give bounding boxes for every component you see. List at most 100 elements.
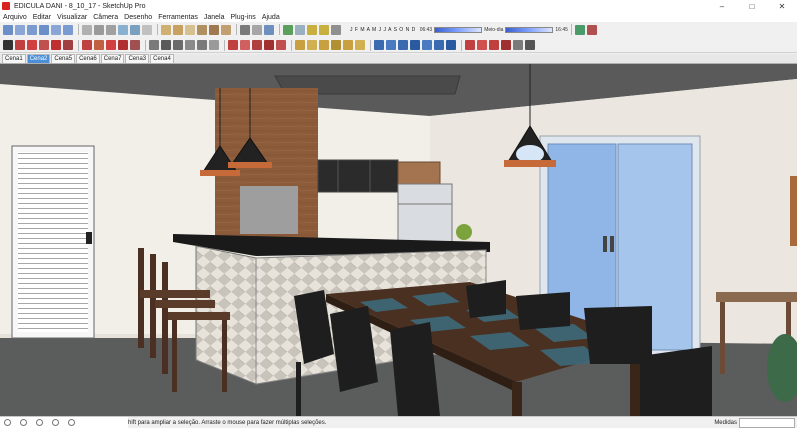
geo-location-icon[interactable]: [574, 24, 585, 35]
axes-icon[interactable]: [197, 40, 207, 50]
section-plane-icon[interactable]: [240, 24, 250, 35]
left-view-icon[interactable]: [63, 24, 73, 35]
front-view-icon[interactable]: [27, 24, 37, 35]
measurements-input[interactable]: [739, 418, 795, 428]
user-icon[interactable]: [36, 419, 43, 426]
shadow-time-track-2[interactable]: [505, 26, 554, 33]
house-icon[interactable]: [185, 24, 195, 35]
rotate-icon[interactable]: [94, 40, 104, 50]
previous-view-icon[interactable]: [501, 40, 511, 50]
minimize-button[interactable]: –: [707, 0, 737, 12]
hidden-line-icon[interactable]: [106, 24, 116, 35]
shadow-time-slider[interactable]: 06:43 Meio-dia 16:45: [420, 26, 568, 33]
push-pull-icon[interactable]: [63, 40, 73, 50]
zoom-extents-icon[interactable]: [264, 40, 274, 50]
tab-cena3[interactable]: Cena3: [125, 54, 150, 63]
zoom-icon[interactable]: [252, 40, 262, 50]
pencil-line-icon[interactable]: [27, 40, 37, 50]
3d-text-icon[interactable]: [209, 40, 219, 50]
menu-ferramentas[interactable]: Ferramentas: [158, 14, 198, 21]
flip-edge-icon[interactable]: [355, 40, 365, 50]
arc-icon[interactable]: [39, 40, 49, 50]
toolbar-divider: [78, 24, 79, 35]
outer-shell-icon[interactable]: [434, 40, 444, 50]
credits-icon[interactable]: [20, 419, 27, 426]
fog-icon[interactable]: [295, 24, 305, 35]
protractor-icon[interactable]: [173, 40, 183, 50]
orbit-icon[interactable]: [228, 40, 238, 50]
light-icon[interactable]: [319, 24, 329, 35]
menu-camera[interactable]: Câmera: [93, 14, 118, 21]
help-icon[interactable]: [68, 419, 75, 426]
follow-me-icon[interactable]: [130, 40, 140, 50]
monochrome-icon[interactable]: [142, 24, 152, 35]
solid-trim-icon[interactable]: [410, 40, 420, 50]
drape-icon[interactable]: [319, 40, 329, 50]
shaded-icon[interactable]: [118, 24, 128, 35]
tab-cena6[interactable]: Cena6: [76, 54, 100, 63]
dimension-icon[interactable]: [161, 40, 171, 50]
solid-union-icon[interactable]: [374, 40, 384, 50]
xray-icon[interactable]: [82, 24, 92, 35]
geo-status-icon[interactable]: [4, 419, 11, 426]
position-camera-icon[interactable]: [465, 40, 475, 50]
right-view-icon[interactable]: [39, 24, 49, 35]
component-icon[interactable]: [161, 24, 171, 35]
wireframe-icon[interactable]: [94, 24, 104, 35]
info-icon[interactable]: [52, 419, 59, 426]
sandbox-icon[interactable]: [307, 40, 317, 50]
footprints-icon[interactable]: [513, 40, 523, 50]
section-cut-icon[interactable]: [264, 24, 274, 35]
extension-icon[interactable]: [209, 24, 219, 35]
text-icon[interactable]: [185, 40, 195, 50]
solid-inspector-icon[interactable]: [446, 40, 456, 50]
camera-icon[interactable]: [331, 24, 341, 35]
tab-cena7[interactable]: Cena7: [100, 54, 125, 63]
menu-ajuda[interactable]: Ajuda: [262, 14, 280, 21]
solid-subtract-icon[interactable]: [386, 40, 396, 50]
paint-bucket-icon[interactable]: [295, 40, 305, 50]
walk-through-icon[interactable]: [525, 40, 535, 50]
menu-arquivo[interactable]: Arquivo: [3, 14, 27, 21]
tape-measure-icon[interactable]: [149, 40, 159, 50]
stamp-icon[interactable]: [331, 40, 341, 50]
solid-split-icon[interactable]: [422, 40, 432, 50]
close-button[interactable]: ✕: [767, 0, 797, 12]
sun-icon[interactable]: [307, 24, 317, 35]
warehouse-icon[interactable]: [197, 24, 207, 35]
select-arrow-icon[interactable]: [3, 40, 13, 50]
offset-icon[interactable]: [118, 40, 128, 50]
shadow-date-slider[interactable]: J F M A M J J A S O N D: [347, 27, 416, 33]
group-icon[interactable]: [173, 24, 183, 35]
pan-icon[interactable]: [240, 40, 250, 50]
menu-desenho[interactable]: Desenho: [124, 14, 152, 21]
tab-cena4[interactable]: Cena4: [150, 54, 174, 63]
look-around-icon[interactable]: [477, 40, 487, 50]
maximize-button[interactable]: □: [737, 0, 767, 12]
rectangle-icon[interactable]: [51, 40, 61, 50]
menu-visualizar[interactable]: Visualizar: [57, 14, 87, 21]
move-icon[interactable]: [82, 40, 92, 50]
shadow-toggle-icon[interactable]: [283, 24, 293, 35]
iso-view-icon[interactable]: [3, 24, 13, 35]
add-location-icon[interactable]: [586, 24, 597, 35]
3d-viewport[interactable]: [0, 64, 797, 416]
smoove-icon[interactable]: [343, 40, 353, 50]
shadow-time-track[interactable]: [434, 26, 483, 33]
back-view-icon[interactable]: [51, 24, 61, 35]
layout-icon[interactable]: [221, 24, 231, 35]
tab-cena1[interactable]: Cena1: [2, 54, 26, 63]
tab-cena2[interactable]: Cena2: [26, 54, 51, 63]
zoom-window-icon[interactable]: [489, 40, 499, 50]
shaded-textures-icon[interactable]: [130, 24, 140, 35]
walk-icon[interactable]: [276, 40, 286, 50]
menu-plugins[interactable]: Plug-ins: [231, 14, 256, 21]
scale-icon[interactable]: [106, 40, 116, 50]
tab-cena5[interactable]: Cena5: [51, 54, 76, 63]
eraser-icon[interactable]: [15, 40, 25, 50]
solid-intersect-icon[interactable]: [398, 40, 408, 50]
section-display-icon[interactable]: [252, 24, 262, 35]
top-view-icon[interactable]: [15, 24, 25, 35]
menu-janela[interactable]: Janela: [204, 14, 225, 21]
menu-editar[interactable]: Editar: [33, 14, 51, 21]
